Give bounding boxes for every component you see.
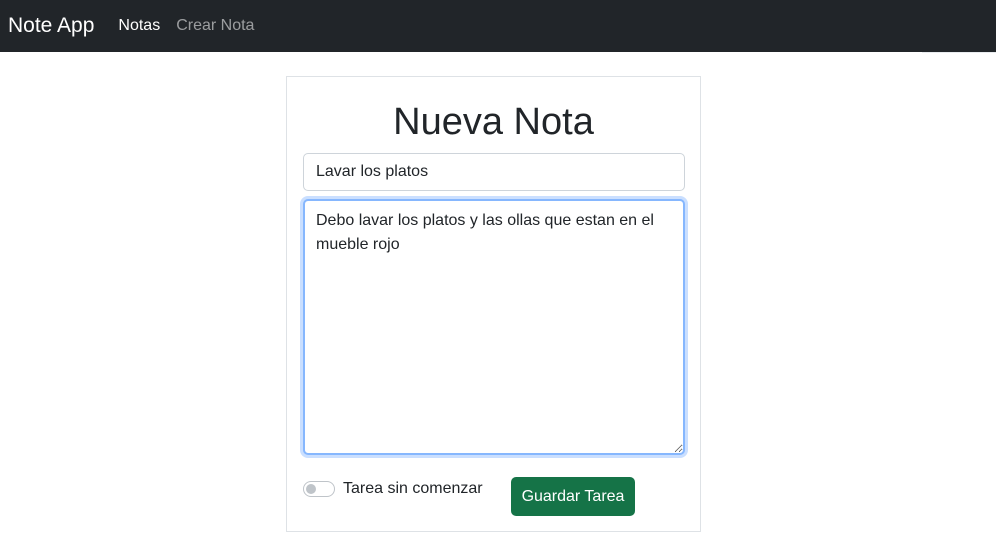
page-title: Nueva Nota [393,101,594,143]
note-description-textarea[interactable]: Debo lavar los platos y las ollas que es… [303,199,685,455]
status-toggle-switch[interactable] [303,481,335,497]
navbar-divider [922,52,996,53]
toggle-knob-icon [306,484,316,494]
new-note-card: Nueva Nota Debo lavar los platos y las o… [286,76,701,532]
nav-link-notas[interactable]: Notas [118,17,160,35]
navbar: Note App Notas Crear Nota [0,0,996,52]
save-task-button[interactable]: Guardar Tarea [511,477,635,516]
status-toggle-label[interactable]: Tarea sin comenzar [343,480,483,498]
note-title-input[interactable] [303,153,685,191]
status-toggle-row: Tarea sin comenzar [303,480,483,498]
brand-logo[interactable]: Note App [8,14,94,38]
nav-link-crear-nota[interactable]: Crear Nota [176,17,254,35]
